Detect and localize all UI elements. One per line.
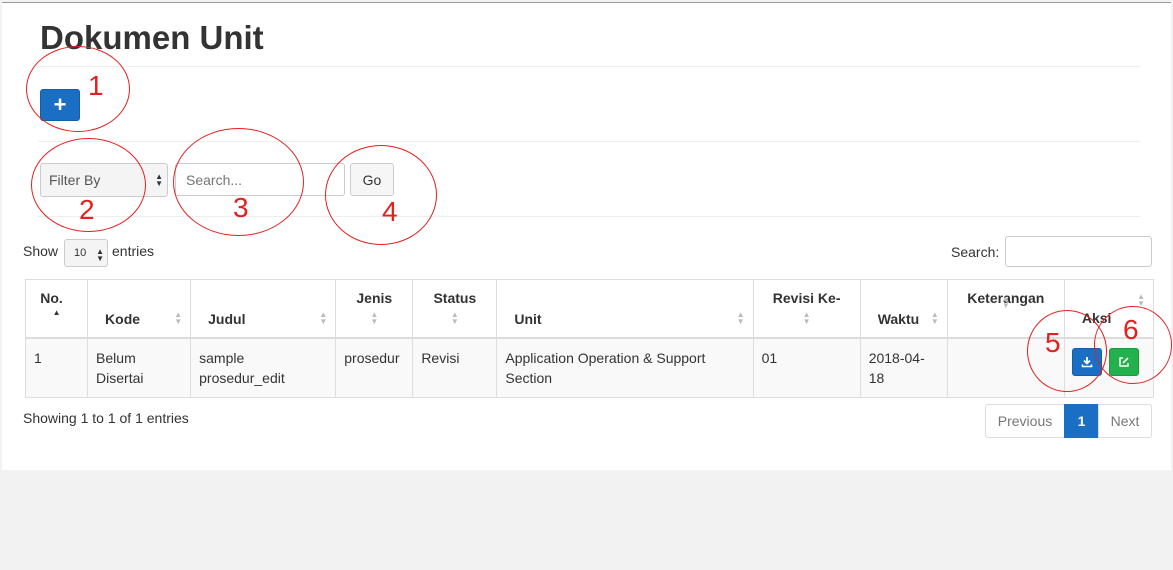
- pagination-next[interactable]: Next: [1098, 404, 1152, 438]
- column-header-unit[interactable]: Unit ▲ ▼: [496, 279, 754, 339]
- annotation-number-4: 4: [382, 196, 398, 227]
- sort-icon: ▲ ▼: [930, 309, 939, 326]
- page-title: Dokumen Unit: [40, 19, 264, 56]
- sort-icon: ▲ ▼: [1137, 291, 1145, 308]
- cell-jenis: prosedur: [335, 337, 414, 398]
- table-row: 1 Belum Disertai sample prosedur_edit pr…: [24, 337, 1155, 398]
- sort-icon: ▲ ▼: [319, 309, 328, 326]
- column-header-aksi[interactable]: Aksi ▲ ▼: [1063, 279, 1155, 339]
- divider: [38, 141, 1140, 142]
- cell-status: Revisi: [412, 337, 498, 398]
- go-button[interactable]: Go: [350, 163, 394, 196]
- content-panel: Dokumen Unit + Filter By ▲▼ Go Show 10 ▲…: [2, 2, 1171, 470]
- sort-icon: ▲ ▼: [802, 309, 811, 326]
- sort-icon: ▲ ▼: [174, 309, 183, 326]
- sort-icon: ▲ ▼: [1001, 293, 1010, 310]
- column-header-kode[interactable]: Kode ▲ ▼: [87, 279, 192, 339]
- entries-label: entries: [112, 243, 155, 259]
- filter-by-label: Filter By: [49, 172, 101, 188]
- table-info: Showing 1 to 1 of 1 entries: [23, 410, 189, 426]
- sort-icon: ▲ ▼: [370, 309, 379, 326]
- cell-waktu: 2018-04-18: [859, 337, 948, 398]
- column-header-judul[interactable]: Judul ▲ ▼: [190, 279, 337, 339]
- select-arrows-icon: ▲ ▼: [96, 247, 104, 263]
- cell-aksi: [1063, 337, 1155, 398]
- annotation-number-5: 5: [1045, 327, 1061, 358]
- select-arrows-icon: ▲ ▼: [155, 172, 163, 188]
- annotation-number-3: 3: [233, 192, 249, 223]
- filter-by-select[interactable]: Filter By ▲ ▼: [40, 163, 168, 197]
- column-header-revisi[interactable]: Revisi Ke- ▲ ▼: [752, 279, 861, 339]
- column-header-waktu[interactable]: Waktu ▲ ▼: [859, 279, 948, 339]
- cell-unit: Application Operation & Support Section: [496, 337, 754, 398]
- cell-kode: Belum Disertai: [87, 337, 192, 398]
- sort-icon: ▲ ▼: [450, 309, 459, 326]
- add-button[interactable]: +: [40, 89, 80, 121]
- entries-value: 10: [74, 247, 87, 259]
- table-search-input[interactable]: [1005, 236, 1152, 267]
- table-search-label: Search:: [951, 244, 1000, 260]
- divider: [38, 66, 1140, 67]
- table-header-row: No. ▲ Kode ▲ ▼ Judul ▲ ▼ Jenis ▲ ▼ Status: [24, 279, 1155, 339]
- annotation-number-1: 1: [88, 70, 104, 101]
- edit-button[interactable]: [1108, 347, 1139, 376]
- filter-search-input[interactable]: [175, 163, 345, 196]
- show-label: Show: [23, 243, 59, 259]
- cell-no: 1: [24, 337, 89, 398]
- divider: [38, 216, 1140, 217]
- pagination-page-1[interactable]: 1: [1064, 404, 1099, 438]
- download-button[interactable]: [1071, 347, 1102, 376]
- documents-table: No. ▲ Kode ▲ ▼ Judul ▲ ▼ Jenis ▲ ▼ Status: [24, 279, 1155, 398]
- sort-icon: ▲ ▼: [736, 309, 745, 326]
- entries-select[interactable]: 10 ▲ ▼: [64, 239, 108, 267]
- annotation-number-6: 6: [1123, 314, 1139, 345]
- column-header-no[interactable]: No. ▲: [24, 279, 89, 339]
- edit-icon: [1119, 356, 1129, 367]
- column-header-status[interactable]: Status ▲ ▼: [412, 279, 498, 339]
- column-header-jenis[interactable]: Jenis ▲ ▼: [335, 279, 414, 339]
- annotation-number-2: 2: [79, 194, 95, 225]
- download-icon: [1081, 356, 1093, 367]
- sort-asc-icon: ▲: [52, 308, 61, 317]
- cell-revisi: 01: [752, 337, 861, 398]
- pagination-previous[interactable]: Previous: [985, 404, 1065, 438]
- cell-judul: sample prosedur_edit: [190, 337, 337, 398]
